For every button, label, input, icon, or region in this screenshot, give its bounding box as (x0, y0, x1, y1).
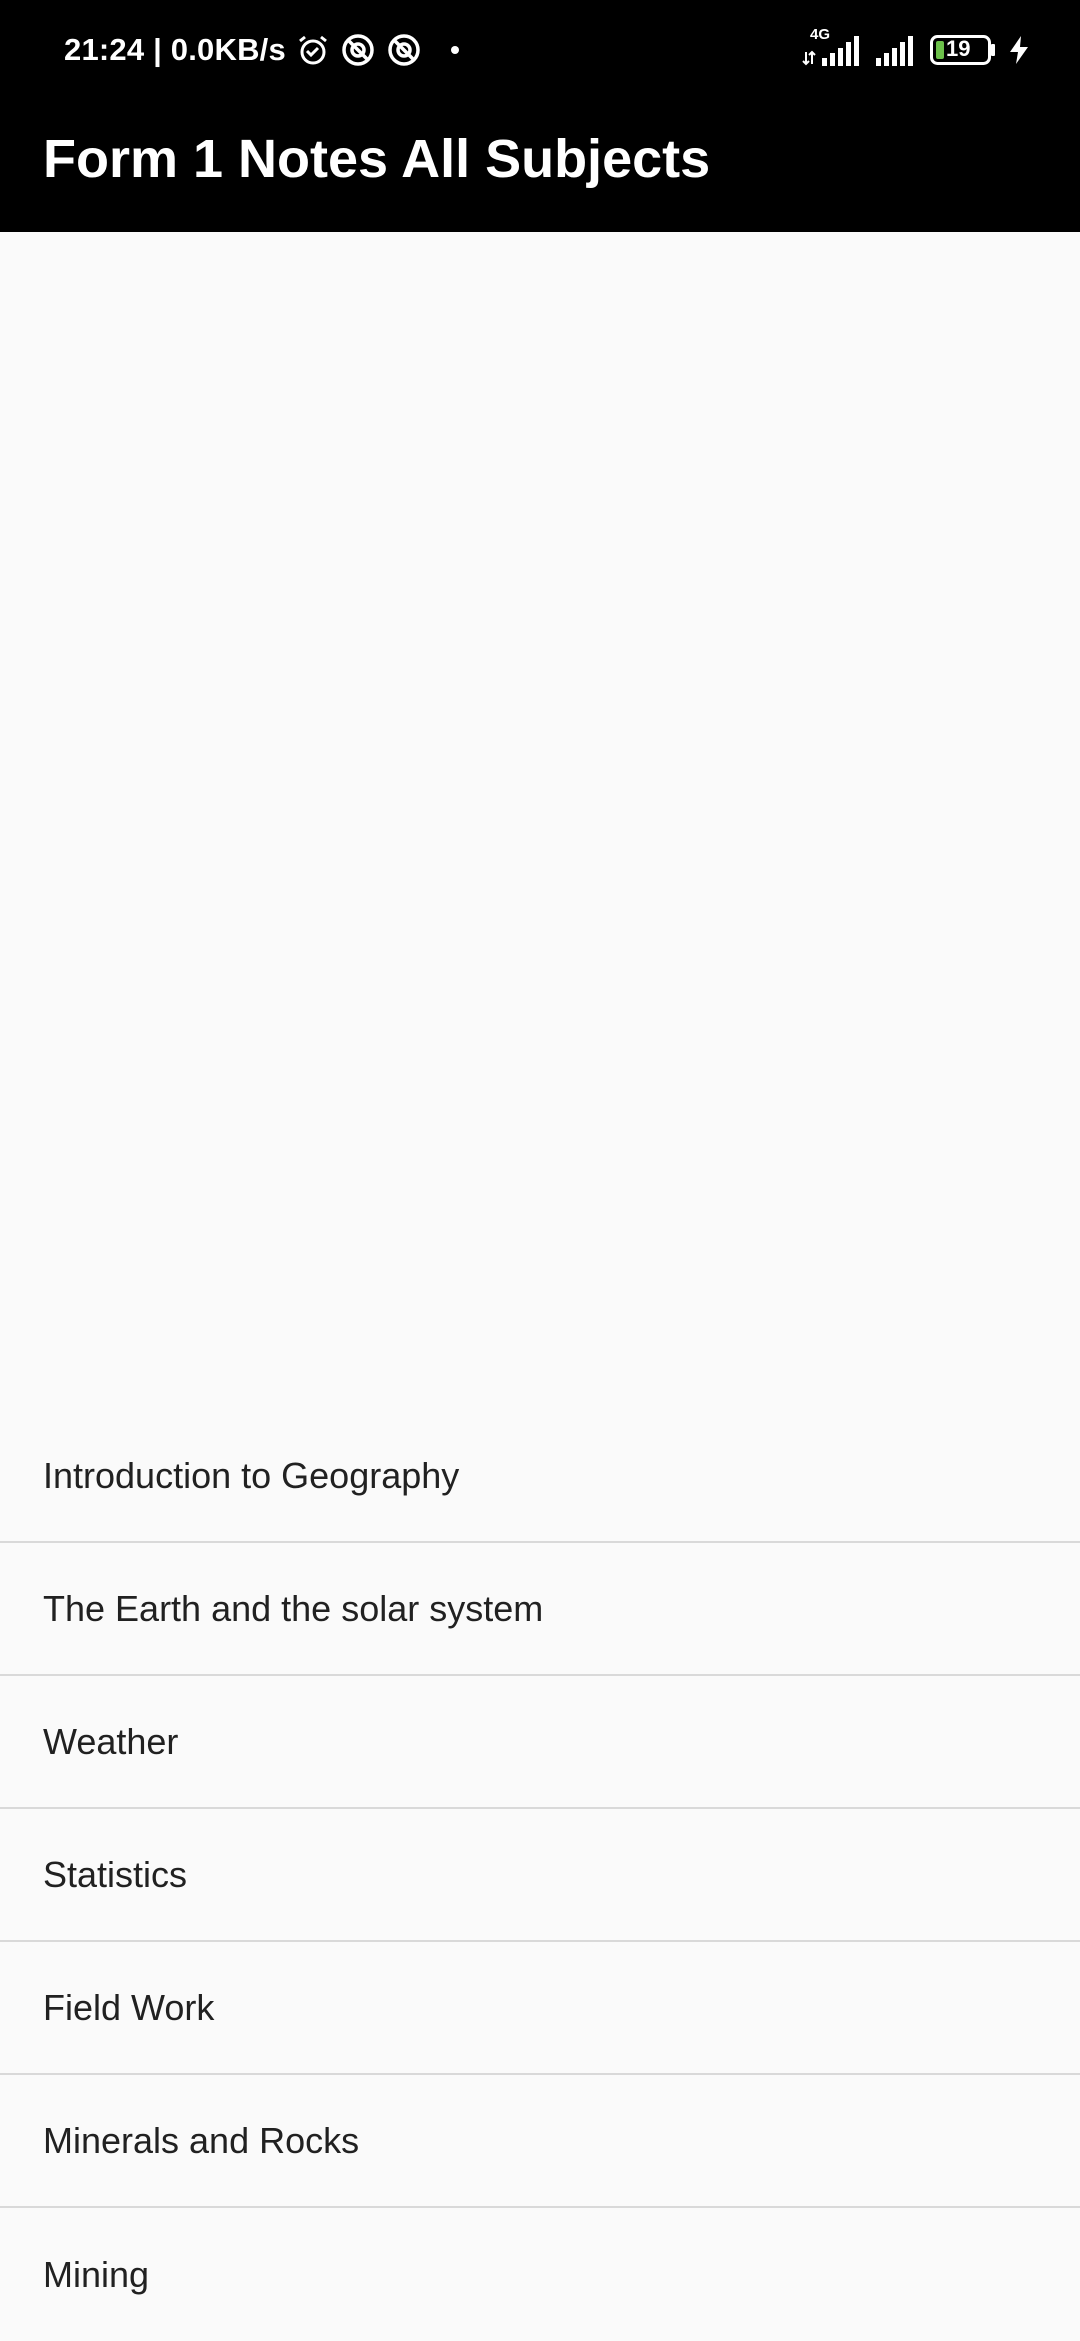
notification-dot-icon (450, 45, 460, 55)
list-item-label: Weather (43, 1720, 179, 1762)
main-content: Introduction to Geography The Earth and … (0, 232, 1080, 2340)
status-bar-left: 21:24 | 0.0KB/s (64, 28, 460, 72)
list-item-field-work[interactable]: Field Work (0, 1942, 1080, 2075)
app-bar: Form 1 Notes All Subjects (0, 100, 1080, 232)
blank-banner-area (0, 232, 1080, 1410)
list-item-label: Statistics (43, 1853, 188, 1895)
list-item-mining[interactable]: Mining (0, 2208, 1080, 2341)
list-item-introduction-to-geography[interactable]: Introduction to Geography (0, 1410, 1080, 1543)
list-item-label: Field Work (43, 1986, 215, 2028)
list-item-earth-and-solar-system[interactable]: The Earth and the solar system (0, 1543, 1080, 1676)
page-title: Form 1 Notes All Subjects (43, 129, 711, 189)
topic-list: Introduction to Geography The Earth and … (0, 1410, 1080, 2341)
alarm-icon (296, 33, 330, 67)
status-time-speed: 21:24 | 0.0KB/s (64, 32, 286, 67)
list-item-label: Minerals and Rocks (43, 2119, 360, 2161)
signal-icon (874, 30, 918, 70)
list-item-statistics[interactable]: Statistics (0, 1809, 1080, 1942)
status-bar: 21:24 | 0.0KB/s 4G 19 (0, 0, 1080, 100)
status-bar-right: 4G 19 (802, 26, 1030, 74)
battery-level: 19 (946, 36, 971, 61)
list-item-label: Introduction to Geography (43, 1454, 460, 1496)
data-saver-icon (340, 32, 376, 68)
list-item-weather[interactable]: Weather (0, 1676, 1080, 1809)
data-saver-icon (386, 32, 422, 68)
signal-4g-icon: 4G (802, 26, 862, 70)
list-item-minerals-and-rocks[interactable]: Minerals and Rocks (0, 2075, 1080, 2208)
list-item-label: The Earth and the solar system (43, 1587, 544, 1629)
list-item-label: Mining (43, 2253, 150, 2295)
charging-icon (1008, 35, 1030, 65)
battery-icon: 19 (930, 35, 996, 65)
network-type-label: 4G (810, 26, 831, 43)
